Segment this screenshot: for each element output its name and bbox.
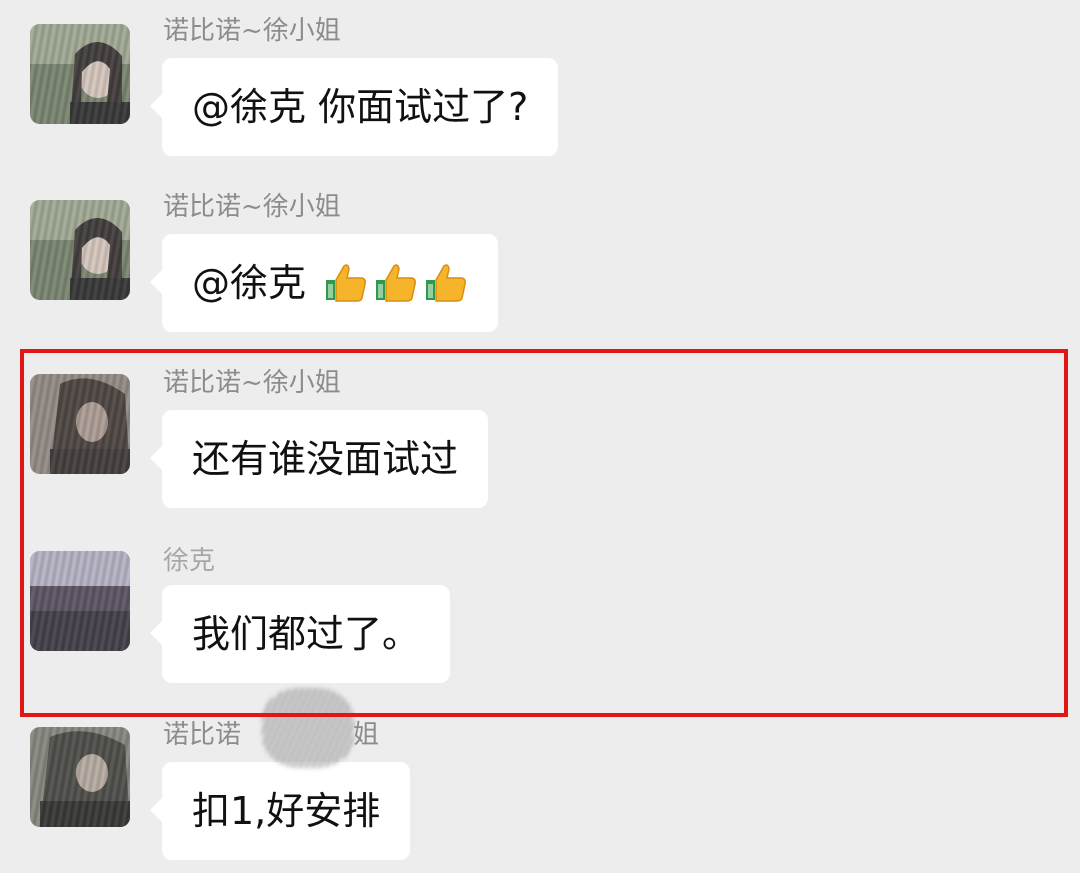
highlight-box bbox=[20, 349, 1068, 717]
message-text: @徐克 你面试过了? bbox=[192, 85, 529, 129]
message-text: 扣1,好安排 bbox=[192, 789, 381, 833]
thumbs-up-icon bbox=[376, 264, 417, 302]
thumbs-up-icon bbox=[426, 264, 467, 302]
sender-name-start: 诺比诺 bbox=[163, 720, 242, 750]
sender-name-end: 姐 bbox=[353, 720, 380, 750]
message-bubble[interactable]: @徐克 你面试过了? bbox=[149, 58, 559, 156]
thumbs-up-icon bbox=[326, 264, 367, 302]
sender-name: 诺比诺~徐小姐 bbox=[163, 16, 341, 46]
message-bubble[interactable]: 扣1,好安排 bbox=[149, 762, 411, 860]
message-bubble[interactable]: @徐克 bbox=[149, 234, 499, 332]
sender-name: 诺比诺~徐小姐 bbox=[163, 192, 341, 222]
message-text: @徐克 bbox=[192, 261, 307, 305]
avatar[interactable] bbox=[30, 727, 130, 827]
avatar[interactable] bbox=[30, 200, 130, 300]
avatar[interactable] bbox=[30, 24, 130, 124]
